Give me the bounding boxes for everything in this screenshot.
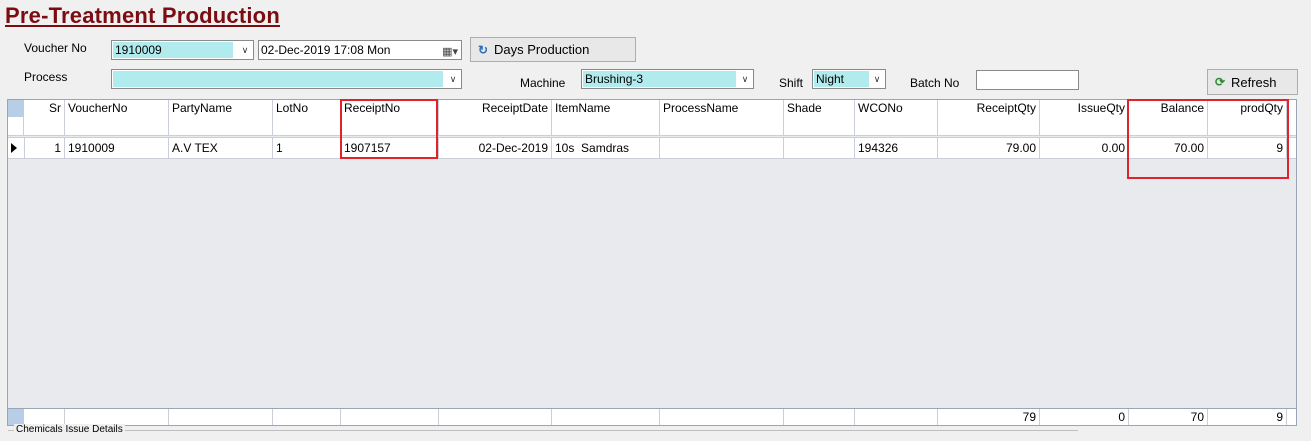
cell-wcono[interactable]: 194326	[855, 138, 938, 158]
voucher-label: Voucher No	[24, 41, 87, 55]
filter-cell[interactable]	[552, 117, 660, 135]
filter-cell[interactable]	[938, 117, 1040, 135]
chevron-down-icon[interactable]: ∨	[445, 70, 461, 88]
process-combo[interactable]: ∨	[111, 69, 462, 89]
filter-cell[interactable]	[439, 117, 552, 135]
grid-header: Sr VoucherNo PartyName LotNo ReceiptNo R…	[8, 100, 1296, 118]
production-grid[interactable]: Sr VoucherNo PartyName LotNo ReceiptNo R…	[7, 99, 1297, 426]
column-header-partyname[interactable]: PartyName	[169, 100, 273, 117]
total-balance: 70	[1129, 409, 1208, 425]
filter-cell[interactable]	[660, 117, 784, 135]
filter-cell[interactable]	[784, 117, 855, 135]
cell-receiptqty[interactable]: 79.00	[938, 138, 1040, 158]
shift-value: Night	[814, 71, 869, 87]
row-selector[interactable]	[8, 138, 25, 158]
filter-cell[interactable]	[24, 117, 65, 135]
column-header-lotno[interactable]: LotNo	[273, 100, 341, 117]
table-row[interactable]: 1 1910009 A.V TEX 1 1907157 02-Dec-2019 …	[8, 137, 1296, 159]
chemicals-issue-section: Chemicals Issue Details	[8, 424, 1078, 441]
filter-cell[interactable]	[1040, 117, 1129, 135]
total-prodqty: 9	[1208, 409, 1287, 425]
date-picker[interactable]: 02-Dec-2019 17:08 Mon ▦▾	[258, 40, 462, 60]
cell-voucherno[interactable]: 1910009	[65, 138, 169, 158]
filter-cell[interactable]	[273, 117, 341, 135]
cell-receiptno[interactable]: 1907157	[341, 138, 439, 158]
cell-shade[interactable]	[784, 138, 855, 158]
total-cell	[439, 409, 552, 425]
cell-partyname[interactable]: A.V TEX	[169, 138, 273, 158]
column-header-prodqty[interactable]: prodQty	[1208, 100, 1287, 117]
total-cell	[855, 409, 938, 425]
column-header-wcono[interactable]: WCONo	[855, 100, 938, 117]
chevron-down-icon[interactable]: ∨	[237, 41, 253, 59]
calendar-icon[interactable]: ▦▾	[442, 43, 458, 61]
refresh-arrows-icon: ↻	[477, 42, 489, 57]
total-cell	[552, 409, 660, 425]
filter-cell[interactable]	[169, 117, 273, 135]
total-issueqty: 0	[1040, 409, 1129, 425]
days-production-button[interactable]: ↻ Days Production	[470, 37, 636, 62]
chevron-down-icon[interactable]: ∨	[869, 70, 885, 88]
cell-issueqty[interactable]: 0.00	[1040, 138, 1129, 158]
cell-sr[interactable]: 1	[24, 138, 65, 158]
days-production-label: Days Production	[494, 42, 590, 57]
filter-cell[interactable]	[341, 117, 439, 135]
cell-receiptdate[interactable]: 02-Dec-2019	[439, 138, 552, 158]
chevron-down-icon[interactable]: ∨	[737, 70, 753, 88]
filter-cell[interactable]	[65, 117, 169, 135]
total-cell	[660, 409, 784, 425]
column-header-shade[interactable]: Shade	[784, 100, 855, 117]
current-row-icon	[11, 143, 17, 153]
process-value	[113, 71, 443, 87]
column-header-sr[interactable]: Sr	[24, 100, 65, 117]
process-label: Process	[24, 70, 68, 84]
total-cell	[273, 409, 341, 425]
filter-cell[interactable]	[1129, 117, 1208, 135]
voucher-value: 1910009	[113, 42, 233, 58]
filter-selector	[8, 117, 24, 135]
refresh-icon: ⟳	[1214, 75, 1226, 89]
total-cell	[169, 409, 273, 425]
column-header-balance[interactable]: Balance	[1129, 100, 1208, 117]
column-header-receiptdate[interactable]: ReceiptDate	[439, 100, 552, 117]
column-header-processname[interactable]: ProcessName	[660, 100, 784, 117]
cell-itemname[interactable]: 10s Samdras	[552, 138, 660, 158]
total-cell	[784, 409, 855, 425]
column-header-receiptqty[interactable]: ReceiptQty	[938, 100, 1040, 117]
date-value: 02-Dec-2019 17:08 Mon	[261, 43, 391, 57]
machine-combo[interactable]: Brushing-3 ∨	[581, 69, 754, 89]
shift-combo[interactable]: Night ∨	[812, 69, 886, 89]
filter-cell[interactable]	[855, 117, 938, 135]
batch-input[interactable]	[976, 70, 1079, 90]
filter-row[interactable]	[8, 117, 1296, 136]
voucher-combo[interactable]: 1910009 ∨	[111, 40, 254, 60]
filter-cell[interactable]	[1208, 117, 1287, 135]
refresh-button[interactable]: ⟳ Refresh	[1207, 69, 1298, 95]
cell-balance[interactable]: 70.00	[1129, 138, 1208, 158]
total-cell	[341, 409, 439, 425]
cell-prodqty[interactable]: 9	[1208, 138, 1287, 158]
total-receiptqty: 79	[938, 409, 1040, 425]
refresh-label: Refresh	[1231, 74, 1277, 90]
totals-row: 79 0 70 9	[8, 408, 1296, 425]
shift-label: Shift	[779, 76, 804, 90]
column-header-voucherno[interactable]: VoucherNo	[65, 100, 169, 117]
batch-label: Batch No	[910, 76, 960, 90]
cell-processname[interactable]	[660, 138, 784, 158]
cell-lotno[interactable]: 1	[273, 138, 341, 158]
column-header-issueqty[interactable]: IssueQty	[1040, 100, 1129, 117]
column-header-itemname[interactable]: ItemName	[552, 100, 660, 117]
column-header-receiptno[interactable]: ReceiptNo	[341, 100, 439, 117]
page-title: Pre-Treatment Production	[5, 3, 280, 28]
machine-value: Brushing-3	[583, 71, 736, 87]
grid-corner	[8, 100, 24, 117]
machine-label: Machine	[520, 76, 566, 90]
chemicals-issue-label: Chemicals Issue Details	[14, 424, 125, 435]
